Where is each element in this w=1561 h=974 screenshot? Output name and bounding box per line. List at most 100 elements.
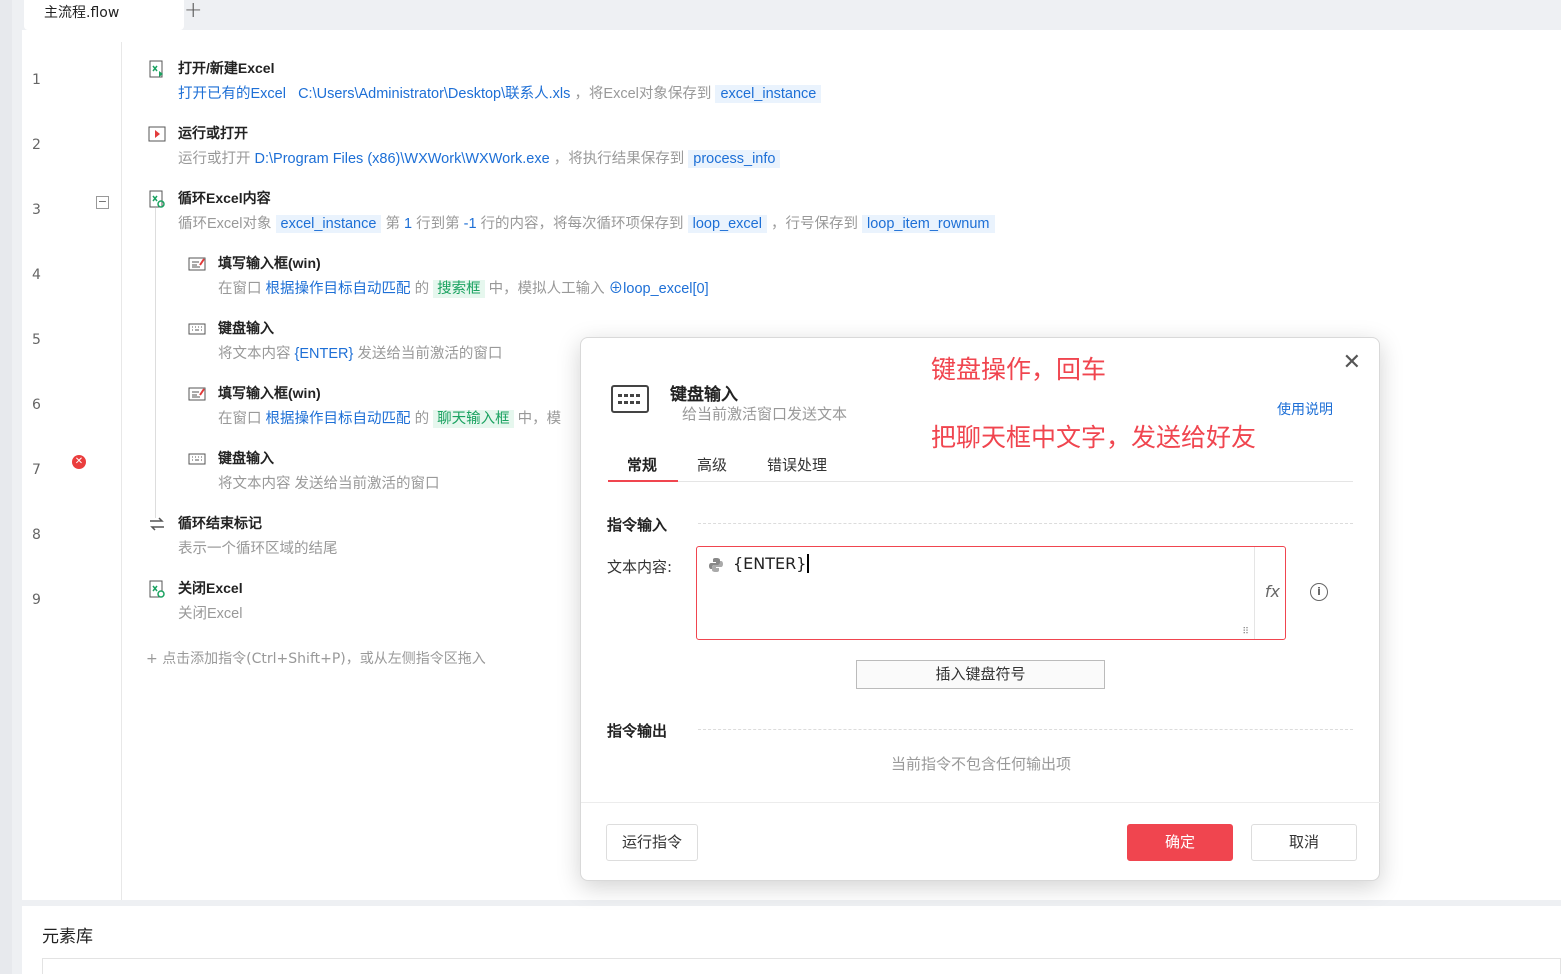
element-chip: 聊天输入框	[433, 410, 514, 428]
variable-chip: excel_instance	[275, 215, 382, 233]
desc-part: ，行号保存到	[770, 216, 858, 232]
keyboard-icon	[611, 385, 649, 413]
footer-divider	[581, 802, 1381, 803]
loop-end-icon	[150, 517, 164, 531]
desc-part: 第	[385, 216, 400, 232]
target-link: 根据操作目标自动匹配	[265, 411, 411, 427]
command-desc: 循环Excel对象 excel_instance 第 1 行到第 -1 行的内容…	[178, 212, 995, 233]
command-title: 运行或打开	[178, 125, 248, 141]
expression-value: loop_excel[0]	[623, 281, 709, 297]
command-desc: 打开已有的Excel C:\Users\Administrator\Deskto…	[178, 82, 822, 103]
active-tab-indicator	[608, 480, 678, 482]
command-title: 填写输入框(win)	[218, 255, 321, 271]
flow-row-2[interactable]: 2 运行或打开 运行或打开 D:\Program Files (x86)\WXW…	[22, 103, 1561, 168]
cancel-button[interactable]: 取消	[1251, 824, 1357, 861]
dialog-subtitle: 给当前激活窗口发送文本	[682, 405, 848, 423]
tab-main-flow[interactable]: 主流程.flow	[24, 0, 184, 30]
tab-label: 主流程.flow	[44, 5, 120, 21]
element-library-content	[42, 958, 1561, 974]
input-box-icon	[188, 387, 206, 401]
element-library-panel: 元素库	[22, 906, 1561, 974]
left-panel-edge	[0, 0, 12, 974]
tab-error-handling[interactable]: 错误处理	[767, 454, 827, 475]
command-desc: 将文本内容 发送给当前激活的窗口	[218, 472, 440, 493]
command-title: 打开/新建Excel	[178, 60, 275, 76]
line-number: 6	[32, 397, 41, 413]
target-link: 根据操作目标自动匹配	[265, 281, 411, 297]
command-desc: 表示一个循环区域的结尾	[178, 537, 338, 558]
flow-row-1[interactable]: 1 打开/新建Excel 打开已有的Excel C:\Users\Adminis…	[22, 38, 1561, 103]
add-command-hint[interactable]: + 点击添加指令(Ctrl+Shift+P)，或从左侧指令区拖入	[146, 648, 486, 668]
desc-part: ，将执行结果保存到	[553, 151, 685, 167]
python-icon	[709, 558, 723, 572]
flow-row-4[interactable]: 4 填写输入框(win) 在窗口 根据操作目标自动匹配 的 搜索框 中，模拟人工…	[22, 233, 1561, 298]
command-desc: 在窗口 根据操作目标自动匹配 的 聊天输入框 中，模	[218, 407, 561, 428]
run-app-icon	[148, 126, 166, 142]
flow-row-3[interactable]: 3 循环Excel内容 循环Excel对象 excel_instance 第 1…	[22, 168, 1561, 233]
add-hint-text: 点击添加指令(Ctrl+Shift+P)，或从左侧指令区拖入	[162, 651, 486, 667]
command-title: 键盘输入	[218, 450, 274, 466]
line-number: 5	[32, 332, 41, 348]
keyboard-input-dialog: ✕ 键盘输入 给当前激活窗口发送文本 键盘操作，回车 把聊天框中文字，发送给好友…	[580, 337, 1381, 881]
desc-part: 在窗口	[218, 281, 262, 297]
command-title: 键盘输入	[218, 320, 274, 336]
insert-key-symbol-button[interactable]: 插入键盘符号	[856, 660, 1105, 689]
command-desc: 关闭Excel	[178, 602, 242, 623]
line-number: 3	[32, 202, 41, 218]
command-title: 关闭Excel	[178, 580, 243, 596]
line-number: 2	[32, 137, 41, 153]
excel-loop-icon	[149, 190, 165, 208]
line-number: 4	[32, 267, 41, 283]
desc-part: 的	[414, 411, 430, 427]
run-command-button[interactable]: 运行指令	[606, 824, 698, 861]
text-content-value: {ENTER}	[733, 554, 810, 573]
confirm-button[interactable]: 确定	[1127, 824, 1233, 861]
line-number: 1	[32, 72, 41, 88]
key-value: {ENTER}	[294, 346, 354, 362]
variable-chip: process_info	[688, 150, 781, 168]
tab-advanced[interactable]: 高级	[697, 454, 727, 475]
keyboard-icon	[188, 323, 206, 335]
annotation-text: 键盘操作，回车	[931, 355, 1107, 384]
file-path: D:\Program Files (x86)\WXWork\WXWork.exe	[254, 151, 550, 167]
desc-part: 行到第	[416, 216, 460, 232]
section-output-title: 指令输出	[607, 722, 668, 740]
desc-part: 表示一个循环区域的结尾	[178, 541, 338, 557]
dialog-tabs: 常规 高级 错误处理	[608, 448, 1353, 482]
section-divider	[698, 729, 1353, 730]
desc-part: 在窗口	[218, 411, 262, 427]
resize-handle-icon[interactable]: ⠿	[1242, 627, 1249, 637]
tab-bar: 主流程.flow +	[12, 0, 1561, 30]
line-number: 8	[32, 527, 41, 543]
element-library-title: 元素库	[42, 927, 93, 947]
close-icon[interactable]: ✕	[1343, 350, 1361, 375]
element-chip: 搜索框	[433, 280, 485, 298]
collapse-toggle[interactable]: −	[96, 196, 109, 209]
desc-part: 循环Excel对象	[178, 216, 272, 232]
help-link[interactable]: 使用说明	[1277, 399, 1333, 419]
text-content-label: 文本内容:	[607, 558, 673, 576]
text-content-input[interactable]: {ENTER} fx ⠿	[696, 546, 1286, 640]
add-tab-button[interactable]: +	[184, 0, 202, 23]
error-icon[interactable]: ✕	[72, 455, 86, 469]
no-output-message: 当前指令不包含任何输出项	[890, 755, 1071, 773]
line-number: 7	[32, 462, 41, 478]
command-desc: 将文本内容 {ENTER} 发送给当前激活的窗口	[218, 342, 502, 363]
tab-general[interactable]: 常规	[627, 454, 657, 475]
desc-part: 将文本内容	[218, 346, 291, 362]
desc-part: 将文本内容 发送给当前激活的窗口	[218, 476, 440, 492]
fx-icon[interactable]: fx	[1265, 582, 1280, 601]
desc-part: ，将Excel对象保存到	[574, 86, 712, 102]
section-input-title: 指令输入	[607, 516, 668, 534]
info-icon[interactable]: i	[1310, 583, 1328, 601]
desc-part: 中，模拟人工输入	[488, 281, 605, 297]
variable-chip: excel_instance	[715, 85, 822, 103]
command-desc: 在窗口 根据操作目标自动匹配 的 搜索框 中，模拟人工输入 ⊕loop_exce…	[218, 277, 709, 298]
variable-chip: loop_excel	[687, 215, 767, 233]
desc-part: 运行或打开	[178, 151, 251, 167]
desc-part: 发送给当前激活的窗口	[357, 346, 503, 362]
python-icon: ⊕	[608, 281, 624, 297]
file-path: C:\Users\Administrator\Desktop\联系人.xls	[298, 86, 571, 102]
number-value: 1	[403, 216, 413, 232]
command-title: 循环Excel内容	[178, 190, 271, 206]
